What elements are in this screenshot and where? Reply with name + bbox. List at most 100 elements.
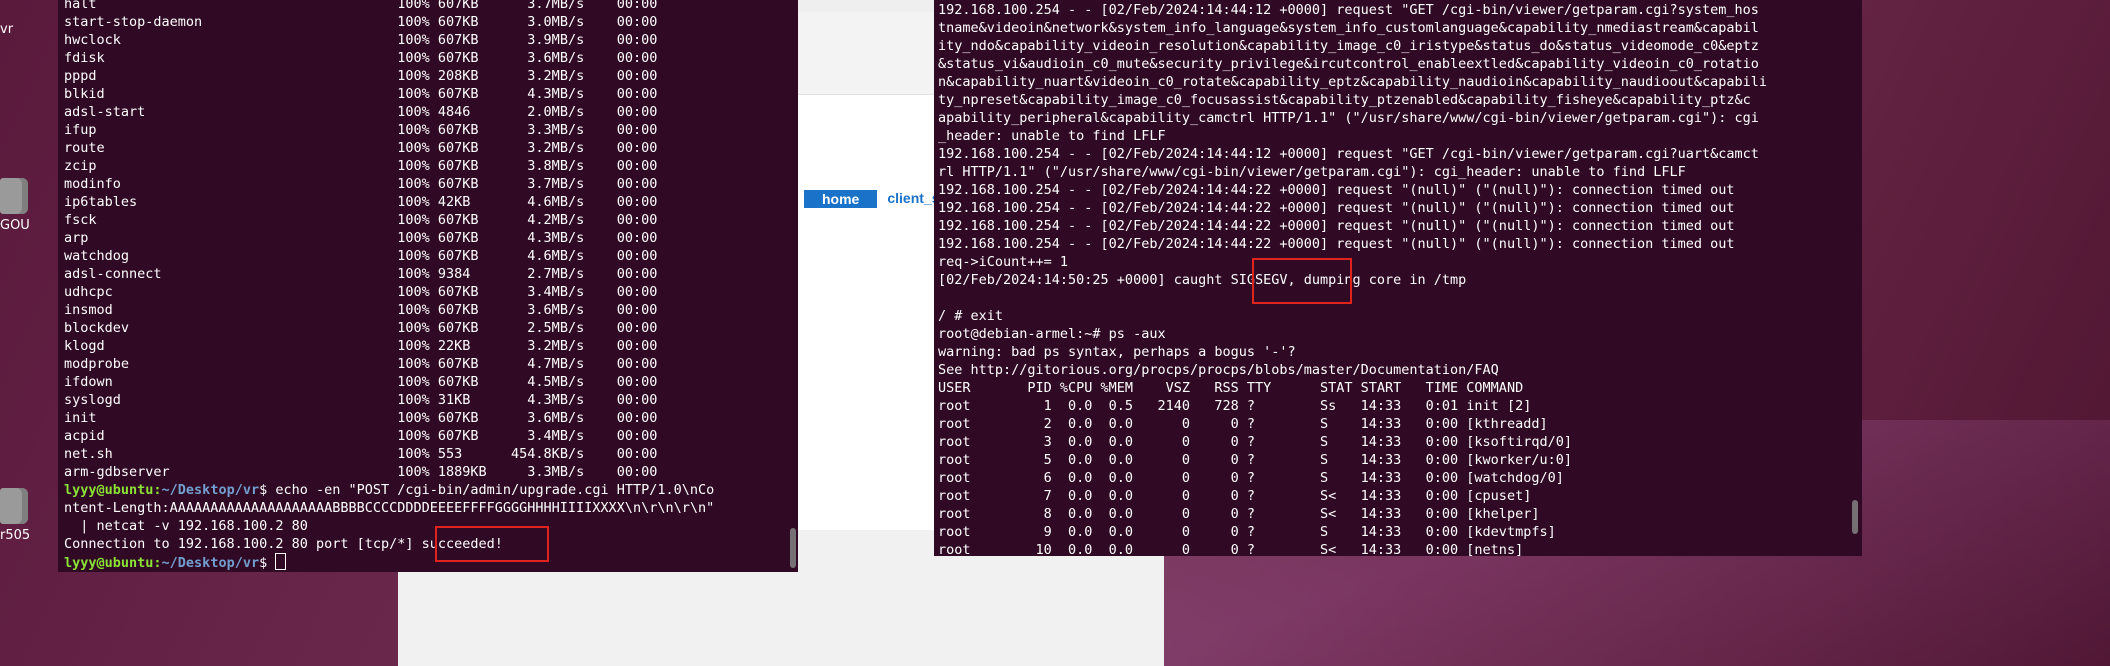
transfer-percent: 100%: [397, 32, 438, 48]
transfer-row: syslogd 100% 31KB 4.3MB/s 00:00: [64, 391, 714, 409]
transfer-rate: 3.8MB/s: [511, 158, 585, 174]
transfer-filename: route: [64, 140, 398, 156]
right-terminal-window[interactable]: 192.168.100.254 - - [02/Feb/2024:14:44:1…: [934, 0, 1862, 556]
transfer-rate: 4.3MB/s: [511, 392, 585, 408]
transfer-row: route 100% 607KB 3.2MB/s 00:00: [64, 139, 714, 157]
transfer-eta: 00:00: [584, 320, 658, 336]
transfer-size: 553: [437, 446, 512, 462]
transfer-filename: hwclock: [64, 32, 398, 48]
right-terminal-scrollbar[interactable]: [1852, 500, 1858, 534]
transfer-rate: 4.7MB/s: [511, 356, 585, 372]
transfer-percent: 100%: [397, 176, 438, 192]
folder-icon: [0, 178, 28, 214]
transfer-filename: arp: [64, 230, 398, 246]
transfer-percent: 100%: [397, 212, 438, 228]
command-continuation: ntent-Length:AAAAAAAAAAAAAAAAAAAABBBBCCC…: [64, 500, 715, 516]
transfer-filename: syslogd: [64, 392, 398, 408]
log-line: root 8 0.0 0.0 0 0 ? S< 14:33 0:00 [khel…: [938, 506, 1540, 522]
log-line: 192.168.100.254 - - [02/Feb/2024:14:44:2…: [938, 236, 1735, 252]
transfer-percent: 100%: [397, 338, 438, 354]
transfer-percent: 100%: [397, 104, 438, 120]
desktop-folder-r505[interactable]: r505: [0, 488, 30, 543]
transfer-filename: init: [64, 410, 398, 426]
transfer-size: 22KB: [437, 338, 512, 354]
transfer-row: modinfo 100% 607KB 3.7MB/s 00:00: [64, 175, 714, 193]
transfer-percent: 100%: [397, 320, 438, 336]
nav-client-link[interactable]: client_s: [887, 190, 939, 208]
desktop-folder-label: GOU: [0, 218, 30, 233]
transfer-row: udhcpc 100% 607KB 3.4MB/s 00:00: [64, 283, 714, 301]
log-line: apability_peripheral&capability_camctrl …: [938, 110, 1759, 126]
transfer-percent: 100%: [397, 86, 438, 102]
right-terminal-output: 192.168.100.254 - - [02/Feb/2024:14:44:1…: [938, 1, 1767, 556]
transfer-row: pppd 100% 208KB 3.2MB/s 00:00: [64, 67, 714, 85]
transfer-rate: 3.2MB/s: [511, 338, 585, 354]
log-line: 192.168.100.254 - - [02/Feb/2024:14:44:2…: [938, 182, 1735, 198]
folder-icon: [0, 488, 28, 524]
log-line: root 2 0.0 0.0 0 0 ? S 14:33 0:00 [kthre…: [938, 416, 1548, 432]
transfer-percent: 100%: [397, 446, 438, 462]
transfer-size: 607KB: [437, 302, 512, 318]
transfer-eta: 00:00: [584, 50, 658, 66]
transfer-filename: modinfo: [64, 176, 398, 192]
transfer-size: 607KB: [437, 0, 512, 12]
log-line: root 5 0.0 0.0 0 0 ? S 14:33 0:00 [kwork…: [938, 452, 1572, 468]
transfer-rate: 3.6MB/s: [511, 50, 585, 66]
transfer-rate: 3.4MB/s: [511, 284, 585, 300]
transfer-row: modprobe 100% 607KB 4.7MB/s 00:00: [64, 355, 714, 373]
transfer-eta: 00:00: [584, 374, 658, 390]
transfer-filename: adsl-start: [64, 104, 398, 120]
left-terminal-scrollbar[interactable]: [790, 528, 796, 568]
transfer-rate: 3.0MB/s: [511, 14, 585, 30]
transfer-row: init 100% 607KB 3.6MB/s 00:00: [64, 409, 714, 427]
transfer-row: ifdown 100% 607KB 4.5MB/s 00:00: [64, 373, 714, 391]
transfer-row: fsck 100% 607KB 4.2MB/s 00:00: [64, 211, 714, 229]
nav-home-link[interactable]: home: [804, 190, 878, 208]
transfer-size: 607KB: [437, 158, 512, 174]
sigsegv-highlight-box: [1252, 258, 1352, 304]
transfer-eta: 00:00: [584, 140, 658, 156]
desktop-folder-vr[interactable]: vr: [0, 2, 30, 37]
transfer-row: net.sh 100% 553 454.8KB/s 00:00: [64, 445, 714, 463]
left-terminal-window[interactable]: halt 100% 607KB 3.7MB/s 00:00 start-stop-…: [58, 0, 798, 572]
log-line: n&capability_nuart&videoin_c0_rotate&cap…: [938, 74, 1768, 90]
log-line: _header: unable to find LFLF: [938, 128, 1166, 144]
transfer-eta: 00:00: [584, 302, 658, 318]
transfer-eta: 00:00: [584, 428, 658, 444]
transfer-rate: 3.9MB/s: [511, 32, 585, 48]
transfer-percent: 100%: [397, 194, 438, 210]
transfer-eta: 00:00: [584, 158, 658, 174]
connection-result: Connection to 192.168.100.2 80 port [tcp…: [64, 536, 503, 552]
desktop-folder-gou[interactable]: GOU: [0, 178, 30, 233]
transfer-rate: 2.7MB/s: [511, 266, 585, 282]
transfer-rate: 2.0MB/s: [511, 104, 585, 120]
transfer-rate: 3.6MB/s: [511, 302, 585, 318]
prompt-path: ~/Desktop/vr: [161, 555, 260, 571]
transfer-percent: 100%: [397, 284, 438, 300]
transfer-rate: 3.6MB/s: [511, 410, 585, 426]
log-line: root 6 0.0 0.0 0 0 ? S 14:33 0:00 [watch…: [938, 470, 1564, 486]
transfer-eta: 00:00: [584, 32, 658, 48]
transfer-eta: 00:00: [584, 248, 658, 264]
transfer-rate: 4.6MB/s: [511, 248, 585, 264]
transfer-size: 1889KB: [437, 464, 512, 480]
prompt-user: lyyy@ubuntu: [64, 482, 154, 498]
transfer-size: 9384: [437, 266, 512, 282]
prompt-user: lyyy@ubuntu: [64, 555, 154, 571]
transfer-percent: 100%: [397, 0, 438, 12]
transfer-percent: 100%: [397, 140, 438, 156]
transfer-rate: 4.2MB/s: [511, 212, 585, 228]
transfer-size: 607KB: [437, 176, 512, 192]
transfer-row: adsl-start 100% 4846 2.0MB/s 00:00: [64, 103, 714, 121]
transfer-eta: 00:00: [584, 284, 658, 300]
transfer-size: 607KB: [437, 212, 512, 228]
transfer-row: halt 100% 607KB 3.7MB/s 00:00: [64, 0, 714, 13]
transfer-size: 607KB: [437, 428, 512, 444]
transfer-filename: arm-gdbserver: [64, 464, 398, 480]
log-line: &status_vi&audioin_c0_mute&security_priv…: [938, 56, 1759, 72]
transfer-filename: pppd: [64, 68, 398, 84]
transfer-filename: acpid: [64, 428, 398, 444]
transfer-filename: net.sh: [64, 446, 398, 462]
transfer-row: ip6tables 100% 42KB 4.6MB/s 00:00: [64, 193, 714, 211]
